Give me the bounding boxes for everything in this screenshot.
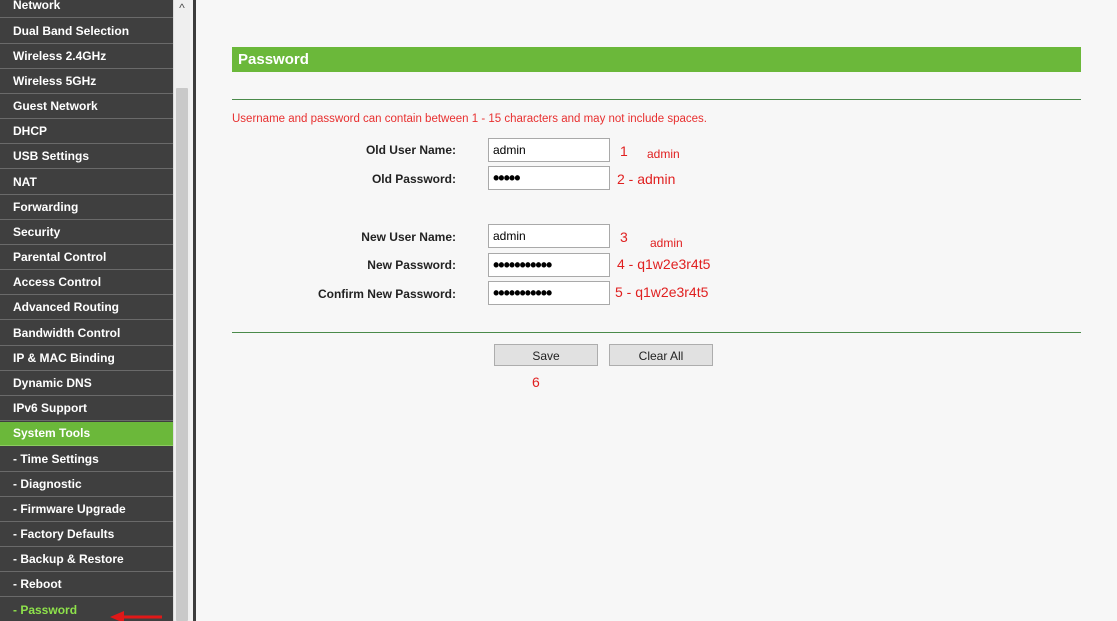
- annotation-5: 5 - q1w2e3r4t5: [615, 284, 709, 300]
- sidebar-item-label: Forwarding: [13, 200, 79, 214]
- sidebar-item-dual-band-selection[interactable]: Dual Band Selection: [0, 20, 173, 44]
- old-password-label: Old Password:: [371, 172, 456, 186]
- sidebar-item-security[interactable]: Security: [0, 221, 173, 245]
- sidebar-item-label: Dual Band Selection: [13, 24, 130, 38]
- sidebar-item-ipv6-support[interactable]: IPv6 Support: [0, 397, 173, 421]
- annotation-3-number: 3: [620, 229, 628, 245]
- sidebar-item-backup-restore[interactable]: - Backup & Restore: [0, 548, 173, 572]
- sidebar-item-label: - Diagnostic: [13, 477, 82, 491]
- sidebar-item-access-control[interactable]: Access Control: [0, 271, 173, 295]
- sidebar-item-wireless-24ghz[interactable]: Wireless 2.4GHz: [0, 45, 173, 69]
- sidebar-item-label: Wireless 2.4GHz: [13, 49, 107, 63]
- annotation-1-text: admin: [647, 147, 680, 161]
- red-arrow-icon: [110, 611, 162, 621]
- router-admin-window: Network Dual Band Selection Wireless 2.4…: [0, 0, 1117, 621]
- confirm-new-password-label: Confirm New Password:: [317, 287, 456, 301]
- divider-top: [232, 99, 1081, 100]
- sidebar-item-guest-network[interactable]: Guest Network: [0, 95, 173, 119]
- scrollbar-thumb[interactable]: [176, 88, 188, 621]
- sidebar-item-parental-control[interactable]: Parental Control: [0, 246, 173, 270]
- annotation-3-text: admin: [650, 236, 683, 250]
- sidebar-item-reboot[interactable]: - Reboot: [0, 573, 173, 597]
- sidebar-item-label: NAT: [13, 175, 37, 189]
- sidebar-item-label: IP & MAC Binding: [13, 351, 115, 365]
- annotation-4: 4 - q1w2e3r4t5: [617, 256, 711, 272]
- sidebar-item-label: - Password: [13, 603, 78, 617]
- sidebar-item-dynamic-dns[interactable]: Dynamic DNS: [0, 372, 173, 396]
- sidebar-item-network[interactable]: Network: [0, 0, 173, 18]
- sidebar-item-label: Dynamic DNS: [13, 376, 92, 390]
- sidebar-item-nat[interactable]: NAT: [0, 171, 173, 195]
- sidebar-item-label: Access Control: [13, 275, 102, 289]
- sidebar-item-label: Network: [13, 0, 61, 12]
- sidebar-item-label: - Reboot: [13, 577, 62, 591]
- section-title: Password: [232, 47, 1081, 72]
- new-password-input[interactable]: [488, 253, 610, 277]
- password-page: Password Username and password can conta…: [196, 0, 1117, 621]
- sidebar-item-usb-settings[interactable]: USB Settings: [0, 145, 173, 169]
- sidebar-item-advanced-routing[interactable]: Advanced Routing: [0, 296, 173, 320]
- old-password-input[interactable]: [488, 166, 610, 190]
- new-user-name-label: New User Name:: [361, 230, 456, 244]
- chevron-up-icon[interactable]: ^: [174, 0, 190, 17]
- confirm-new-password-input[interactable]: [488, 281, 610, 305]
- password-notice: Username and password can contain betwee…: [232, 113, 707, 125]
- annotation-6: 6: [532, 374, 540, 390]
- sidebar-item-label: IPv6 Support: [13, 401, 88, 415]
- annotation-1-number: 1: [620, 143, 628, 159]
- sidebar-item-time-settings[interactable]: - Time Settings: [0, 448, 173, 472]
- sidebar-item-label: - Firmware Upgrade: [13, 502, 126, 516]
- sidebar-item-label: - Factory Defaults: [13, 527, 115, 541]
- sidebar-item-label: Security: [13, 225, 61, 239]
- sidebar-item-system-tools[interactable]: System Tools: [0, 422, 173, 446]
- sidebar-item-label: DHCP: [13, 124, 48, 138]
- sidebar-item-factory-defaults[interactable]: - Factory Defaults: [0, 523, 173, 547]
- sidebar-menu: Network Dual Band Selection Wireless 2.4…: [0, 0, 173, 621]
- save-button[interactable]: Save: [494, 344, 598, 366]
- new-password-label: New Password:: [367, 258, 456, 272]
- sidebar-item-wireless-5ghz[interactable]: Wireless 5GHz: [0, 70, 173, 94]
- sidebar-item-label: USB Settings: [13, 149, 90, 163]
- old-user-name-label: Old User Name:: [365, 143, 456, 157]
- sidebar-item-bandwidth-control[interactable]: Bandwidth Control: [0, 322, 173, 346]
- clear-all-button[interactable]: Clear All: [609, 344, 713, 366]
- sidebar-item-label: Advanced Routing: [13, 300, 120, 314]
- sidebar-item-label: System Tools: [13, 426, 91, 440]
- annotation-2: 2 - admin: [617, 171, 676, 187]
- sidebar-item-label: Guest Network: [13, 99, 98, 113]
- sidebar-item-label: - Backup & Restore: [13, 552, 124, 566]
- sidebar-item-label: Bandwidth Control: [13, 326, 121, 340]
- sidebar-item-forwarding[interactable]: Forwarding: [0, 196, 173, 220]
- sidebar-item-firmware-upgrade[interactable]: - Firmware Upgrade: [0, 498, 173, 522]
- divider-bottom: [232, 332, 1081, 333]
- sidebar-item-label: Wireless 5GHz: [13, 74, 97, 88]
- sidebar-scrollbar[interactable]: ^: [173, 0, 190, 621]
- old-user-name-input[interactable]: [488, 138, 610, 162]
- sidebar-item-label: - Time Settings: [13, 452, 99, 466]
- new-user-name-input[interactable]: [488, 224, 610, 248]
- sidebar-item-diagnostic[interactable]: - Diagnostic: [0, 473, 173, 497]
- sidebar-item-label: Parental Control: [13, 250, 107, 264]
- sidebar-item-dhcp[interactable]: DHCP: [0, 120, 173, 144]
- sidebar-item-ip-mac-binding[interactable]: IP & MAC Binding: [0, 347, 173, 371]
